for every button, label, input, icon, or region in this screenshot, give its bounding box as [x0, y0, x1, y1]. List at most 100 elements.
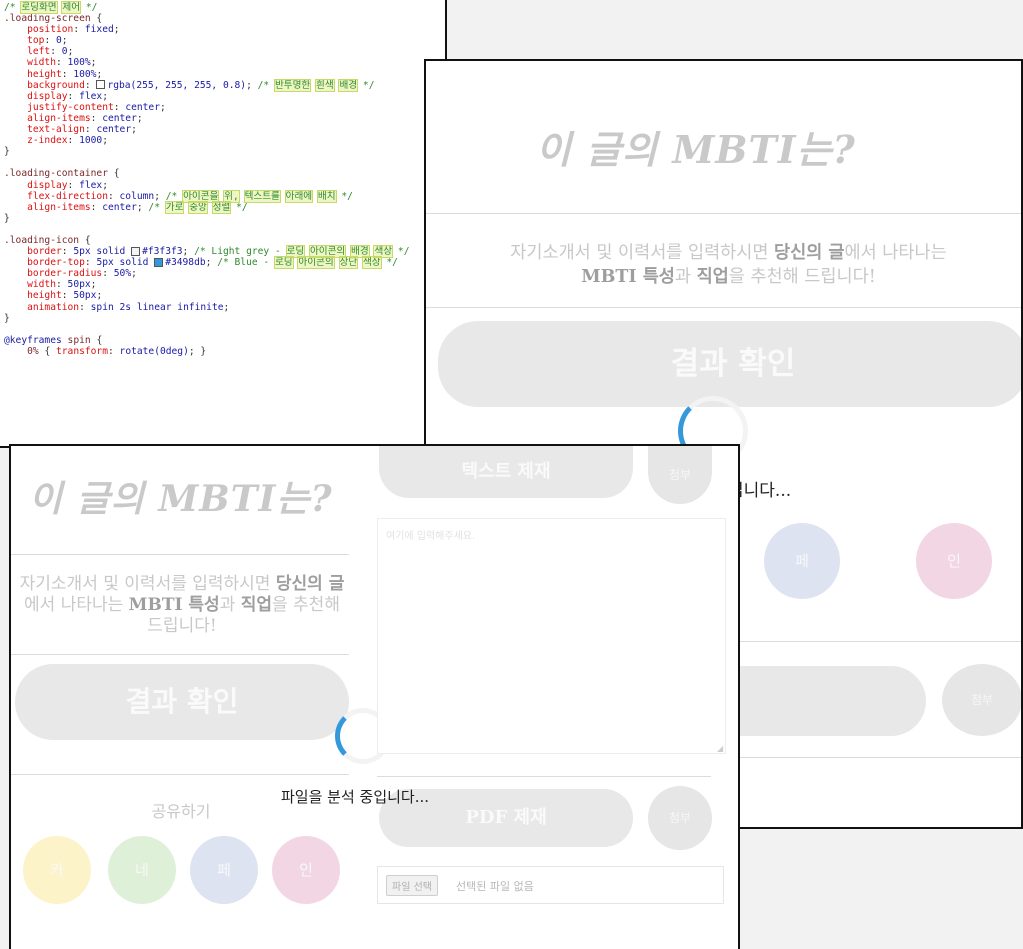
code-token: 정렬 — [211, 200, 232, 214]
code-token: : — [73, 24, 85, 36]
result-check-button[interactable]: 결과 확인 — [438, 321, 1021, 407]
code-token: /* — [165, 190, 184, 202]
code-token: 흰색 — [315, 78, 335, 92]
loading-message: 파일을 분석 중입니다... — [281, 788, 430, 806]
code-token: 가로 — [164, 200, 185, 214]
page-title: 이 글의 MBTI는? — [29, 478, 333, 520]
code-token: height — [4, 68, 62, 80]
code-token: : — [84, 124, 97, 136]
code-token: border-radius — [4, 268, 103, 280]
code-token: 로딩화면 — [20, 1, 58, 14]
code-token: : — [61, 68, 74, 80]
code-token: ; — [131, 124, 137, 136]
code-line: align-items: center; — [4, 113, 445, 124]
share-kakao-button[interactable]: 카 — [23, 836, 91, 904]
result-check-button[interactable]: 결과 확인 — [15, 664, 349, 740]
code-token: */ — [80, 2, 98, 13]
code-token: } — [4, 212, 10, 224]
code-token: 아이콘의 — [297, 256, 335, 270]
code-token: 배경 — [350, 245, 370, 259]
code-token: /* Blue - — [217, 257, 275, 269]
code-token: */ — [392, 246, 410, 258]
code-token: 5px solid — [96, 257, 155, 269]
code-token: center — [125, 101, 160, 113]
code-token: */ — [230, 201, 248, 213]
code-token: { — [44, 345, 56, 357]
text-submit-button[interactable]: 텍스트 제재 — [379, 446, 633, 498]
code-line: top: 0; — [4, 35, 445, 46]
code-line: background: rgba(255, 255, 255, 0.8); /*… — [4, 78, 445, 92]
code-token: width — [4, 279, 56, 291]
code-token: center — [96, 124, 132, 136]
code-token: { — [96, 334, 103, 346]
code-token: : — [102, 268, 114, 280]
code-token: ; — [102, 135, 108, 147]
code-editor-panel: /* 로딩화면 제어 */.loading-screen { position:… — [0, 0, 447, 448]
code-token: ; — [223, 301, 230, 313]
code-line: @keyframes spin { — [4, 335, 445, 346]
code-token: 상단 — [338, 256, 359, 270]
app-window-front: 이 글의 MBTI는? 자기소개서 및 이력서를 입력하시면 당신의 글에서 나… — [9, 444, 740, 949]
share-naver-button[interactable]: 네 — [108, 836, 176, 904]
code-token: ; — [182, 246, 195, 258]
attach-button[interactable]: 첨부 — [942, 664, 1021, 736]
code-token: : — [61, 290, 74, 302]
share-facebook-button[interactable]: 페 — [764, 523, 840, 599]
code-token: ; — [67, 46, 74, 58]
share-facebook-button[interactable]: 페 — [190, 836, 258, 904]
code-token: 0% — [4, 345, 45, 357]
code-token: 중앙 — [188, 200, 208, 214]
share-instagram-button[interactable]: 인 — [916, 523, 992, 599]
code-token: text-align — [4, 124, 85, 136]
code-token: transform — [56, 345, 108, 357]
code-line: height: 100%; — [4, 69, 445, 80]
code-token: position — [4, 24, 74, 36]
code-token: 아이콘의 — [308, 245, 347, 259]
code-line: width: 100%; — [4, 57, 445, 68]
code-token: 아래에 — [284, 189, 314, 203]
code-token: display — [4, 90, 68, 102]
code-token: { — [84, 234, 91, 246]
code-token: ; — [61, 35, 68, 47]
code-token: animation — [4, 301, 80, 313]
code-token: 5px solid — [73, 246, 132, 258]
code-token: 50px — [73, 290, 97, 302]
code-token: : — [84, 257, 97, 269]
pdf-attach-button[interactable]: 첨부 — [648, 786, 712, 850]
code-token: ; — [131, 268, 137, 280]
code-token: z-index — [4, 135, 68, 147]
code-line: left: 0; — [4, 46, 445, 57]
code-token: ; — [154, 190, 166, 202]
code-token: align-items — [4, 201, 91, 213]
code-token: 반투명한 — [273, 78, 312, 92]
code-line: .loading-screen { — [4, 13, 445, 24]
description-text: 자기소개서 및 이력서를 입력하시면 당신의 글에서 나타나는 MBTI 특성과… — [19, 574, 345, 636]
code-token: : — [67, 179, 80, 191]
code-token: ; — [90, 279, 97, 291]
code-line: } — [4, 313, 445, 324]
file-input[interactable]: 파일 선택 선택된 파일 없음 — [377, 866, 724, 904]
code-token: center — [102, 201, 137, 213]
share-instagram-button[interactable]: 인 — [272, 836, 340, 904]
resize-handle-icon[interactable]: ◢ — [717, 744, 723, 753]
code-line: } — [4, 146, 445, 157]
text-attach-button[interactable]: 첨부 — [648, 446, 712, 504]
divider — [11, 774, 349, 775]
code-line: position: fixed; — [4, 24, 445, 35]
code-token: ; — [90, 57, 97, 69]
code-token: top — [4, 35, 45, 47]
code-token: ; — [96, 290, 103, 302]
code-token: center — [102, 112, 137, 124]
divider — [736, 641, 1021, 642]
code-token: 아이콘을 — [182, 189, 220, 203]
code-token: : — [113, 101, 126, 113]
code-token: border-top — [4, 257, 85, 269]
code-token: : — [67, 135, 80, 147]
text-input-area[interactable]: 여기에 입력해주세요. — [377, 518, 726, 754]
code-token: 색상 — [373, 245, 394, 259]
file-select-button[interactable]: 파일 선택 — [386, 875, 438, 896]
code-token: ; — [102, 179, 108, 191]
